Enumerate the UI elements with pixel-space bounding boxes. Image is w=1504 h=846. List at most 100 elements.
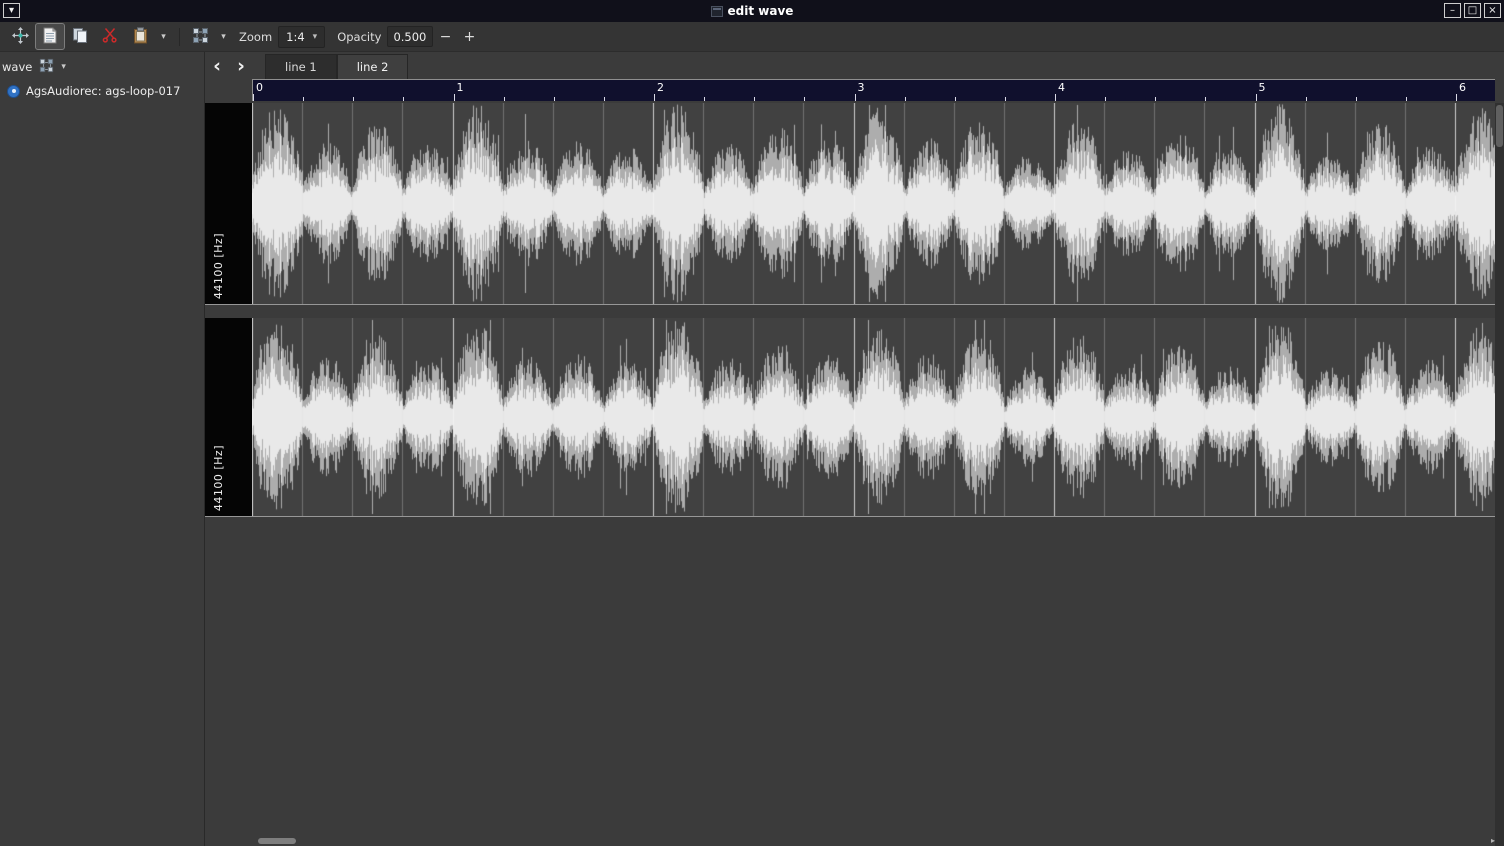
chevron-down-icon: ▾ <box>61 62 66 72</box>
close-button[interactable]: × <box>1484 3 1501 18</box>
edit-tool-icon <box>43 27 57 47</box>
ruler-tick <box>303 97 304 101</box>
zoom-label: Zoom <box>239 30 272 44</box>
channel-info-strip: 44100 [Hz] <box>205 318 252 516</box>
ruler-tick <box>1105 97 1106 101</box>
line-tabs: line 1 line 2 <box>265 54 408 79</box>
toolbar-separator <box>179 28 180 46</box>
ruler-tick <box>1256 94 1257 101</box>
tab-line-2[interactable]: line 2 <box>337 54 409 79</box>
horizontal-scrollbar-thumb[interactable] <box>258 838 296 844</box>
ruler-tick <box>604 97 605 101</box>
paste-button[interactable] <box>126 24 154 49</box>
window-title: edit wave <box>728 4 794 18</box>
ruler-tick <box>1155 97 1156 101</box>
timeline-ruler: 0 1 2 3 4 5 6 <box>252 79 1495 101</box>
samplerate-label: 44100 [Hz] <box>212 445 225 511</box>
ruler-tick <box>1406 97 1407 101</box>
nav-forward-button[interactable]: › <box>229 53 253 79</box>
wave-panel-left-channel: 44100 [Hz] <box>205 103 1495 305</box>
ruler-tick <box>855 94 856 101</box>
app-icon <box>711 6 723 17</box>
matrix-icon <box>192 27 209 47</box>
titlebar: ▾ edit wave – □ × <box>0 0 1504 22</box>
sidebar-menu-dropdown[interactable]: ▾ <box>61 54 66 79</box>
ruler-tick <box>704 97 705 101</box>
select-tool-button[interactable] <box>186 24 214 49</box>
waveform-area <box>252 318 1495 516</box>
vertical-scrollbar[interactable] <box>1495 103 1504 846</box>
ruler-unit-label: 0 <box>256 81 263 94</box>
sidebar-header: wave ▾ <box>0 52 204 81</box>
horizontal-scrollbar[interactable]: ▸ <box>252 837 1495 845</box>
opacity-decrement-button[interactable]: − <box>433 25 457 49</box>
sidebar: wave ▾ AgsAudiorec: ags-loop-017 <box>0 52 205 846</box>
zoom-value: 1:4 <box>286 30 305 44</box>
minimize-icon: – <box>1450 6 1455 16</box>
window-body: wave ▾ AgsAudiorec: ags-loop-017 ‹ › lin… <box>0 52 1504 846</box>
ruler-tick <box>403 97 404 101</box>
waveform-canvas[interactable] <box>252 103 1495 304</box>
window-title-area: edit wave <box>0 0 1504 22</box>
editor-topbar: ‹ › line 1 line 2 <box>205 52 1504 79</box>
chevron-down-icon: ▾ <box>313 32 318 42</box>
edit-tool-button[interactable] <box>36 24 64 49</box>
chevron-down-icon: ▾ <box>161 32 166 42</box>
tab-label: line 2 <box>357 60 389 74</box>
ruler-tick <box>1306 97 1307 101</box>
ruler-tick <box>454 94 455 101</box>
ruler-tick <box>654 94 655 101</box>
zoom-combo[interactable]: 1:4 ▾ <box>278 26 325 48</box>
ruler-tick <box>253 94 254 101</box>
ruler-unit-label: 5 <box>1259 81 1266 94</box>
vertical-scrollbar-thumb[interactable] <box>1496 105 1503 147</box>
close-icon: × <box>1488 6 1496 16</box>
maximize-icon: □ <box>1468 6 1477 16</box>
waveform-area <box>252 103 1495 304</box>
nav-back-button[interactable]: ‹ <box>205 53 229 79</box>
ruler-tick <box>905 97 906 101</box>
tool-menu-dropdown[interactable]: ▾ <box>156 24 171 49</box>
wave-panel-right-channel: 44100 [Hz] <box>205 318 1495 517</box>
clipboard-icon <box>133 27 148 47</box>
tab-line-1[interactable]: line 1 <box>265 54 337 79</box>
chevron-right-icon: › <box>237 55 245 77</box>
cut-button[interactable] <box>96 24 124 49</box>
ruler-unit-label: 2 <box>657 81 664 94</box>
ruler-tick <box>1205 97 1206 101</box>
toolbar: ▾ ▾ Zoom 1:4 ▾ Opacity − + <box>0 22 1504 52</box>
ruler-tick <box>955 97 956 101</box>
ruler-tick <box>1456 94 1457 101</box>
ruler-tick <box>1005 97 1006 101</box>
ruler-tick <box>1356 97 1357 101</box>
chevron-down-icon: ▾ <box>221 32 226 42</box>
samplerate-label: 44100 [Hz] <box>212 233 225 299</box>
waveform-canvas[interactable] <box>252 318 1495 516</box>
copy-icon <box>72 27 88 47</box>
ruler-unit-label: 6 <box>1459 81 1466 94</box>
minimize-button[interactable]: – <box>1444 3 1461 18</box>
copy-button[interactable] <box>66 24 94 49</box>
opacity-input[interactable] <box>387 26 433 47</box>
ruler-tick <box>504 97 505 101</box>
ruler-tick <box>1055 94 1056 101</box>
machine-label: AgsAudiorec: ags-loop-017 <box>26 84 180 98</box>
ruler-unit-label: 4 <box>1058 81 1065 94</box>
chevron-left-icon: ‹ <box>213 55 221 77</box>
opacity-increment-button[interactable]: + <box>457 25 481 49</box>
ruler-unit-label: 3 <box>858 81 865 94</box>
scissors-icon <box>102 27 118 46</box>
ruler-unit-label: 1 <box>457 81 464 94</box>
ruler-tick <box>554 97 555 101</box>
position-tool-button[interactable] <box>6 24 34 49</box>
select-tool-dropdown[interactable]: ▾ <box>216 24 231 49</box>
matrix-icon <box>39 58 54 76</box>
wave-editor: ‹ › line 1 line 2 0 1 2 3 4 5 6 44100 [Hz] <box>205 52 1504 846</box>
maximize-button[interactable]: □ <box>1464 3 1481 18</box>
machine-radio-row[interactable]: AgsAudiorec: ags-loop-017 <box>0 81 204 101</box>
machine-radio-button[interactable] <box>7 85 20 98</box>
scroll-right-icon[interactable]: ▸ <box>1491 836 1495 845</box>
ruler-tick <box>804 97 805 101</box>
tab-label: line 1 <box>285 60 317 74</box>
ruler-tick <box>754 97 755 101</box>
